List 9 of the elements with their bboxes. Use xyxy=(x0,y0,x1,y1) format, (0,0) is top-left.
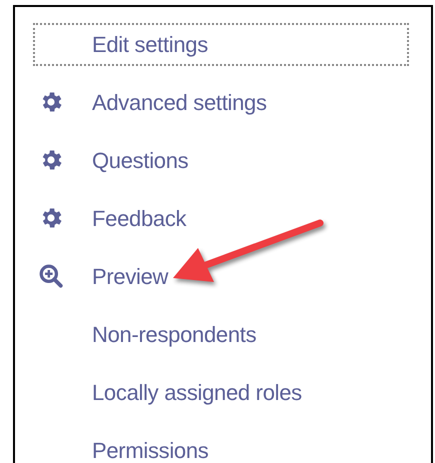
menu-item[interactable]: Edit settings xyxy=(33,22,409,66)
menu-item[interactable]: Questions xyxy=(33,138,409,182)
menu-item[interactable]: Preview xyxy=(33,254,409,298)
menu-item[interactable]: Advanced settings xyxy=(33,80,409,124)
menu-item[interactable]: Feedback xyxy=(33,196,409,240)
menu-item[interactable]: Locally assigned roles xyxy=(33,370,409,414)
zoom-in-icon xyxy=(38,263,64,289)
menu-item[interactable]: Permissions xyxy=(33,428,409,463)
menu-item[interactable]: Non-respondents xyxy=(33,312,409,356)
